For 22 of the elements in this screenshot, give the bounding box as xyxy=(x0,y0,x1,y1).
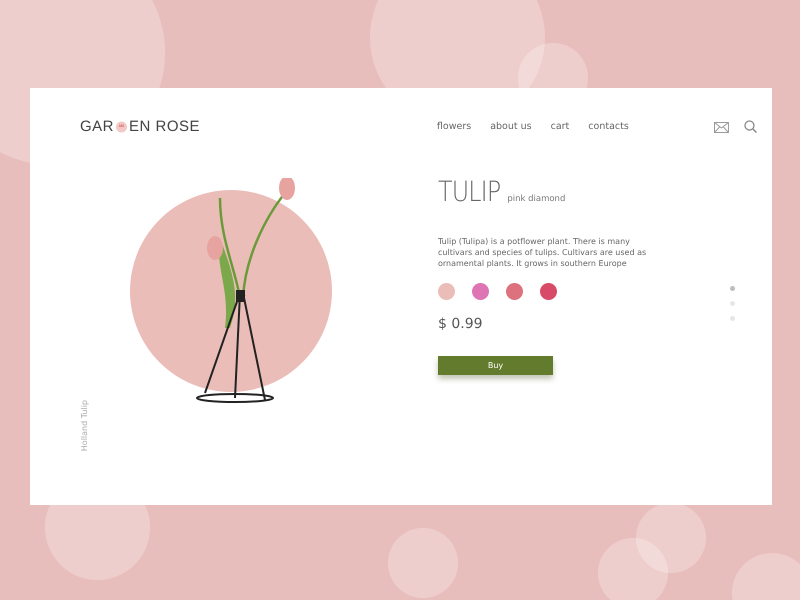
search-icon[interactable] xyxy=(744,120,757,132)
nav-link[interactable]: contacts xyxy=(588,120,629,132)
page-dot[interactable] xyxy=(730,286,735,291)
page-dot[interactable] xyxy=(730,301,735,306)
nav-link[interactable]: flowers xyxy=(436,120,472,132)
nav-link[interactable]: cart xyxy=(550,120,570,132)
side-label: Holland Tulip xyxy=(80,400,89,452)
nav-link[interactable]: about us xyxy=(490,120,532,132)
product-name: TULIP xyxy=(438,175,500,208)
logo-text: GAR xyxy=(80,118,114,134)
color-swatch[interactable] xyxy=(438,283,455,300)
color-swatch[interactable] xyxy=(540,283,557,300)
buy-button[interactable]: Buy xyxy=(438,356,553,375)
color-swatch[interactable] xyxy=(506,283,523,300)
logo-text: EN ROSE xyxy=(129,118,200,134)
color-swatch[interactable] xyxy=(472,283,489,300)
page-dot[interactable] xyxy=(730,316,735,321)
product-variety: pink diamond xyxy=(507,194,566,204)
price: $ 0.99 xyxy=(438,316,484,332)
product-description: Tulip (Tulipa) is a potflower plant. There is many cultivars and species of tulips. Cultivars are used as ornamental plants. It grows in southern Europe xyxy=(438,236,648,269)
mail-icon[interactable] xyxy=(714,122,730,132)
flower-icon xyxy=(115,120,128,132)
